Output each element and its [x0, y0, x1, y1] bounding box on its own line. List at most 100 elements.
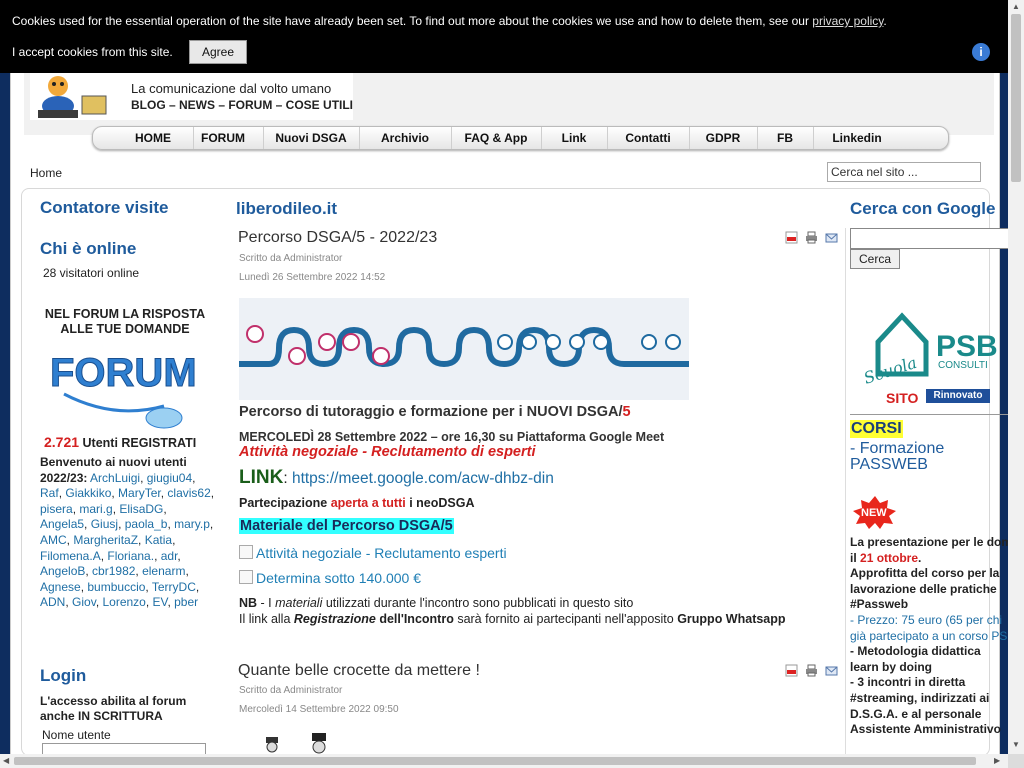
privacy-policy-link[interactable]: privacy policy: [812, 14, 883, 28]
google-search-title: Cerca con Google: [850, 199, 996, 218]
material-link-2[interactable]: Determina sotto 140.000 €: [239, 570, 421, 586]
user-link[interactable]: Filomena.A: [40, 549, 101, 563]
user-link[interactable]: mari.g: [79, 502, 112, 516]
forum-logo-icon[interactable]: FORUM: [44, 342, 209, 434]
nav-forum[interactable]: FORUM: [183, 127, 264, 149]
sito-label: SITO: [886, 390, 919, 406]
user-link[interactable]: Lorenzo: [102, 595, 145, 609]
nav-linkedin[interactable]: Linkedin: [813, 127, 901, 149]
user-link[interactable]: elenarm: [142, 564, 185, 578]
user-link[interactable]: cbr1982: [92, 564, 135, 578]
nav-archivio[interactable]: Archivio: [359, 127, 452, 149]
user-link[interactable]: Floriana.: [107, 549, 154, 563]
user-link[interactable]: ElisaDG: [119, 502, 163, 516]
user-link[interactable]: pber: [174, 595, 198, 609]
user-link[interactable]: MaryTer: [118, 486, 161, 500]
reg-d: sarà fornito ai partecipanti nell'apposi…: [453, 612, 678, 626]
email-icon[interactable]: [825, 231, 838, 244]
nav-nuovi-dsga[interactable]: Nuovi DSGA: [263, 127, 360, 149]
nb-materials: materiali: [275, 596, 323, 610]
reg-b: Registrazione: [293, 612, 376, 626]
article-title[interactable]: Quante belle crocette da mettere !: [238, 662, 480, 680]
info-icon[interactable]: i: [972, 43, 990, 61]
vertical-scrollbar[interactable]: ▲ ▼: [1008, 0, 1024, 754]
article-title[interactable]: Percorso DSGA/5 - 2022/23: [238, 229, 437, 247]
user-link[interactable]: EV: [153, 595, 168, 609]
user-link[interactable]: pisera: [40, 502, 73, 516]
deadline-line: il 21 ottobre.: [850, 551, 1008, 567]
print-icon[interactable]: [805, 231, 818, 244]
user-link[interactable]: Raf: [40, 486, 59, 500]
scroll-up-arrow-icon[interactable]: ▲: [1012, 2, 1020, 11]
print-icon[interactable]: [805, 664, 818, 677]
right-column-divider: [845, 228, 846, 754]
logo-tagline: La comunicazione dal volto umano: [131, 81, 332, 96]
email-icon[interactable]: [825, 664, 838, 677]
user-link[interactable]: clavis62: [167, 486, 210, 500]
username-field[interactable]: [42, 743, 206, 754]
nav-gdpr[interactable]: GDPR: [689, 127, 758, 149]
user-link[interactable]: adr: [161, 549, 178, 563]
meeting-link-line: LINK: https://meet.google.com/acw-dhbz-d…: [239, 467, 554, 489]
materials-heading: Materiale del Percorso DSGA/5: [239, 518, 454, 534]
course-number: 5: [622, 404, 631, 420]
scroll-right-arrow-icon[interactable]: ▶: [994, 756, 1000, 765]
scrollbar-corner: [1008, 754, 1024, 768]
horizontal-scroll-thumb[interactable]: [14, 757, 976, 765]
link-label: LINK: [239, 467, 284, 488]
passweb-course-link[interactable]: - Formazione PASSWEB: [850, 441, 1008, 473]
site-title[interactable]: liberodileo.it: [236, 199, 337, 219]
meeting-topic: Attività negoziale - Reclutamento di esp…: [239, 444, 536, 460]
material-link-1[interactable]: Attività negoziale - Reclutamento espert…: [239, 545, 507, 561]
meet-link[interactable]: https://meet.google.com/acw-dhbz-din: [292, 470, 554, 487]
registration-note: Il link alla Registrazione dell'Incontro…: [239, 612, 786, 626]
user-link[interactable]: ArchLuigi: [90, 471, 140, 485]
user-link[interactable]: Angela5: [40, 517, 84, 531]
scroll-down-arrow-icon[interactable]: ▼: [1012, 740, 1020, 749]
psb-logo-icon[interactable]: Scuola PSB CONSULTI: [862, 312, 1008, 388]
breadcrumb[interactable]: Home: [30, 166, 62, 180]
scroll-left-arrow-icon[interactable]: ◀: [3, 756, 9, 765]
site-search-input[interactable]: [827, 162, 981, 182]
user-link[interactable]: AMC: [40, 533, 67, 547]
link-colon: :: [283, 470, 292, 487]
course-price[interactable]: - Prezzo: 75 euro (65 per chi già partec…: [850, 613, 1008, 644]
user-link[interactable]: Giusj: [91, 517, 118, 531]
user-link[interactable]: AngeloB: [40, 564, 85, 578]
nav-fb[interactable]: FB: [757, 127, 814, 149]
user-link[interactable]: Katia: [145, 533, 172, 547]
page: La comunicazione dal volto umano BLOG – …: [0, 0, 1008, 754]
user-link[interactable]: ADN: [40, 595, 65, 609]
user-link[interactable]: paola_b: [125, 517, 168, 531]
pdf-icon[interactable]: [785, 231, 798, 244]
nav-link[interactable]: Link: [541, 127, 608, 149]
agree-button[interactable]: Agree: [189, 40, 247, 64]
google-search-input[interactable]: [850, 228, 1008, 249]
user-link[interactable]: mary.p: [174, 517, 210, 531]
reg-a: Il link alla: [239, 612, 294, 626]
user-link[interactable]: Giakkiko: [65, 486, 111, 500]
user-link[interactable]: Agnese: [40, 580, 81, 594]
user-link[interactable]: bumbuccio: [87, 580, 145, 594]
article-tools: [785, 664, 841, 678]
google-search-button[interactable]: Cerca: [850, 249, 900, 269]
material-link-1-text: Attività negoziale - Reclutamento espert…: [256, 545, 507, 561]
svg-text:CONSULTI: CONSULTI: [938, 360, 988, 371]
mascot-logo-icon: [38, 76, 107, 118]
user-link[interactable]: Giov: [72, 595, 96, 609]
user-link[interactable]: MargheritaZ: [73, 533, 138, 547]
login-title: Login: [40, 666, 87, 685]
nav-contatti[interactable]: Contatti: [607, 127, 690, 149]
user-link[interactable]: giugiu04: [147, 471, 192, 485]
nav-faq[interactable]: FAQ & App: [451, 127, 542, 149]
nav-home[interactable]: HOME: [113, 127, 194, 149]
horizontal-scrollbar[interactable]: ◀ ▶: [0, 754, 1008, 768]
nb-note: NB - I materiali utilizzati durante l'in…: [239, 596, 633, 610]
reg-c: dell'Incontro: [375, 612, 454, 626]
participation-c: i neoDSGA: [405, 496, 475, 510]
vertical-scroll-thumb[interactable]: [1011, 14, 1021, 182]
pdf-icon[interactable]: [785, 664, 798, 677]
users-count: 2.721: [44, 434, 80, 450]
course-method: - Metodologia didattica learn by doing: [850, 644, 981, 674]
user-link[interactable]: TerryDC: [152, 580, 196, 594]
